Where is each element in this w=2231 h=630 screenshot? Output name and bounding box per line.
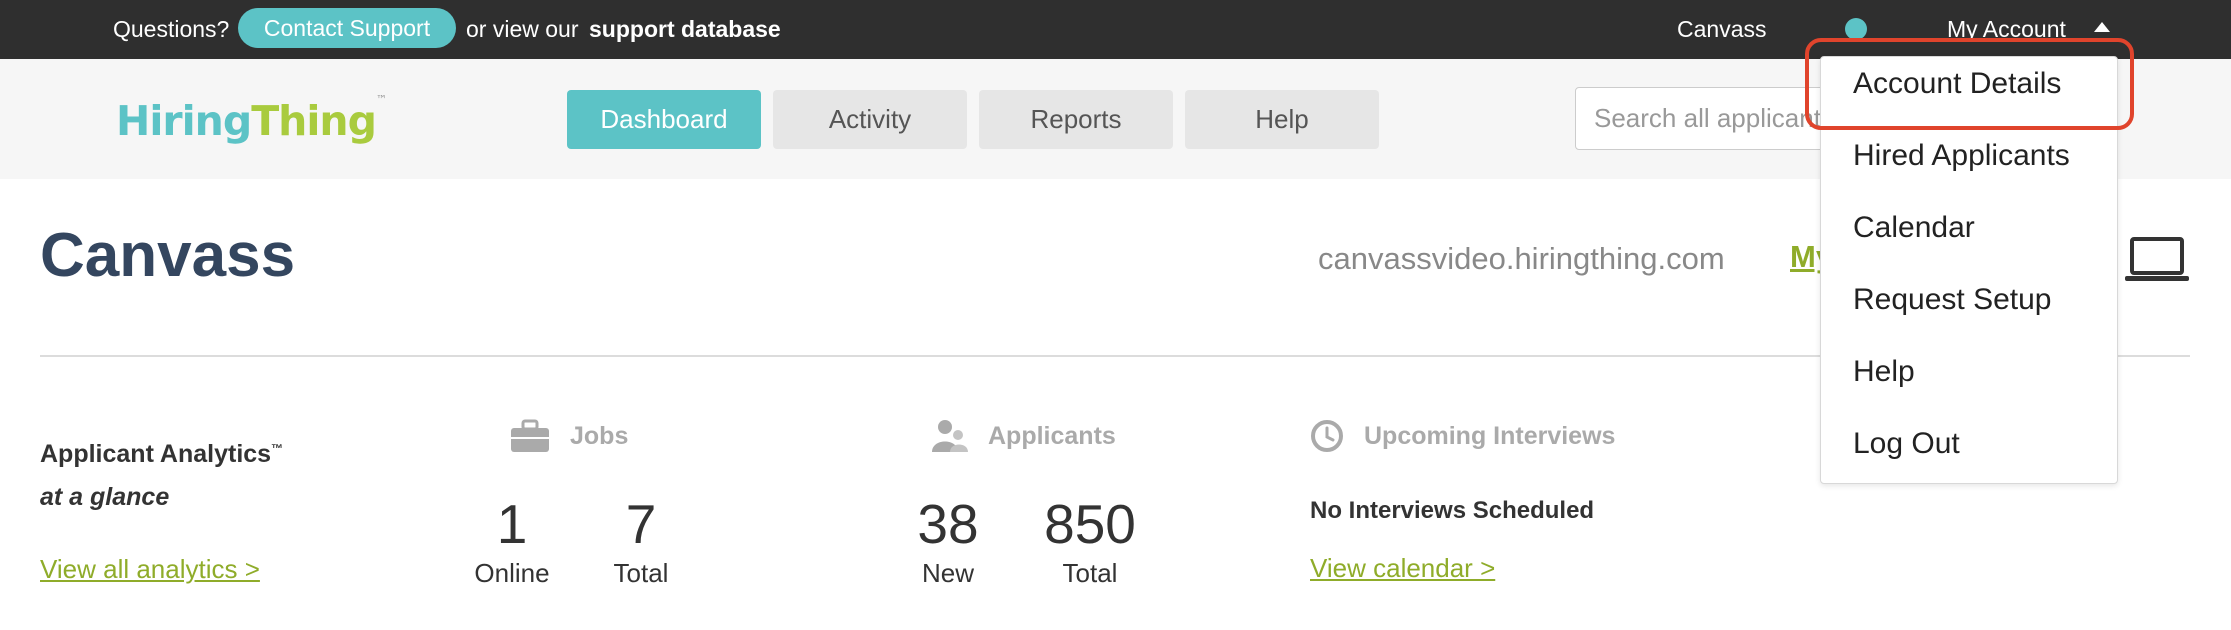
logo-trademark: ™ [375, 93, 387, 106]
view-calendar-link[interactable]: View calendar > [1310, 553, 1495, 584]
menu-item-help[interactable]: Help [1853, 355, 1915, 389]
menu-item-hired-applicants[interactable]: Hired Applicants [1853, 139, 2070, 173]
applicants-total-count: 850 [1044, 493, 1136, 555]
account-domain: canvassvideo.hiringthing.com [1318, 241, 1725, 276]
questions-text: Questions? [113, 16, 230, 42]
view-our-text: or view our [466, 16, 579, 42]
contact-support-button[interactable]: Contact Support [238, 8, 456, 48]
nav-activity-button[interactable]: Activity [773, 90, 967, 149]
menu-item-calendar[interactable]: Calendar [1853, 211, 1975, 245]
analytics-title-text: Applicant Analytics [40, 440, 272, 468]
applicants-new-label: New [921, 558, 974, 588]
jobs-online-count: 1 [496, 493, 528, 555]
menu-item-request-setup[interactable]: Request Setup [1853, 283, 2051, 317]
nav-reports-button[interactable]: Reports [979, 90, 1173, 149]
jobs-total-count: 7 [625, 493, 657, 555]
applicants-new-count: 38 [917, 493, 979, 555]
nav-dashboard-button[interactable]: Dashboard [567, 90, 761, 149]
clock-icon [1311, 420, 1343, 452]
account-name: Canvass [1677, 16, 1767, 42]
interviews-heading-label: Upcoming Interviews [1364, 421, 1616, 450]
analytics-title: Applicant Analytics™ [40, 440, 283, 469]
jobs-heading-label: Jobs [570, 421, 629, 450]
laptop-icon[interactable] [2124, 236, 2190, 289]
hiringthing-logo[interactable]: HiringThing ™ [116, 93, 387, 145]
menu-item-log-out[interactable]: Log Out [1853, 427, 1960, 461]
caret-up-icon[interactable] [2094, 22, 2110, 32]
applicants-total-label: Total [1062, 558, 1118, 588]
support-database-link[interactable]: support database [589, 0, 781, 59]
briefcase-icon [511, 419, 549, 452]
support-database-label: support database [589, 16, 781, 42]
jobs-heading: Jobs [510, 419, 628, 453]
no-interviews-text: No Interviews Scheduled [1310, 497, 1595, 524]
page: Questions? Contact Support or view our s… [0, 0, 2231, 630]
nav-help-button[interactable]: Help [1185, 90, 1379, 149]
analytics-trademark: ™ [271, 441, 284, 456]
logo-part-hiring: Hiring [116, 97, 252, 145]
status-dot-icon [1845, 18, 1867, 40]
highlight-box [1805, 38, 2134, 130]
jobs-online-label: Online [474, 558, 550, 588]
applicants-heading: Applicants [932, 419, 1116, 453]
my-link[interactable]: My [1790, 239, 1822, 275]
applicants-heading-label: Applicants [988, 421, 1116, 450]
view-all-analytics-link[interactable]: View all analytics > [40, 554, 260, 585]
logo-part-thing: Thing [251, 97, 377, 145]
interviews-heading: Upcoming Interviews [1310, 419, 1615, 453]
analytics-subtitle: at a glance [40, 483, 170, 511]
users-icon [932, 420, 968, 452]
jobs-total-label: Total [613, 558, 669, 588]
page-title: Canvass [40, 221, 296, 290]
